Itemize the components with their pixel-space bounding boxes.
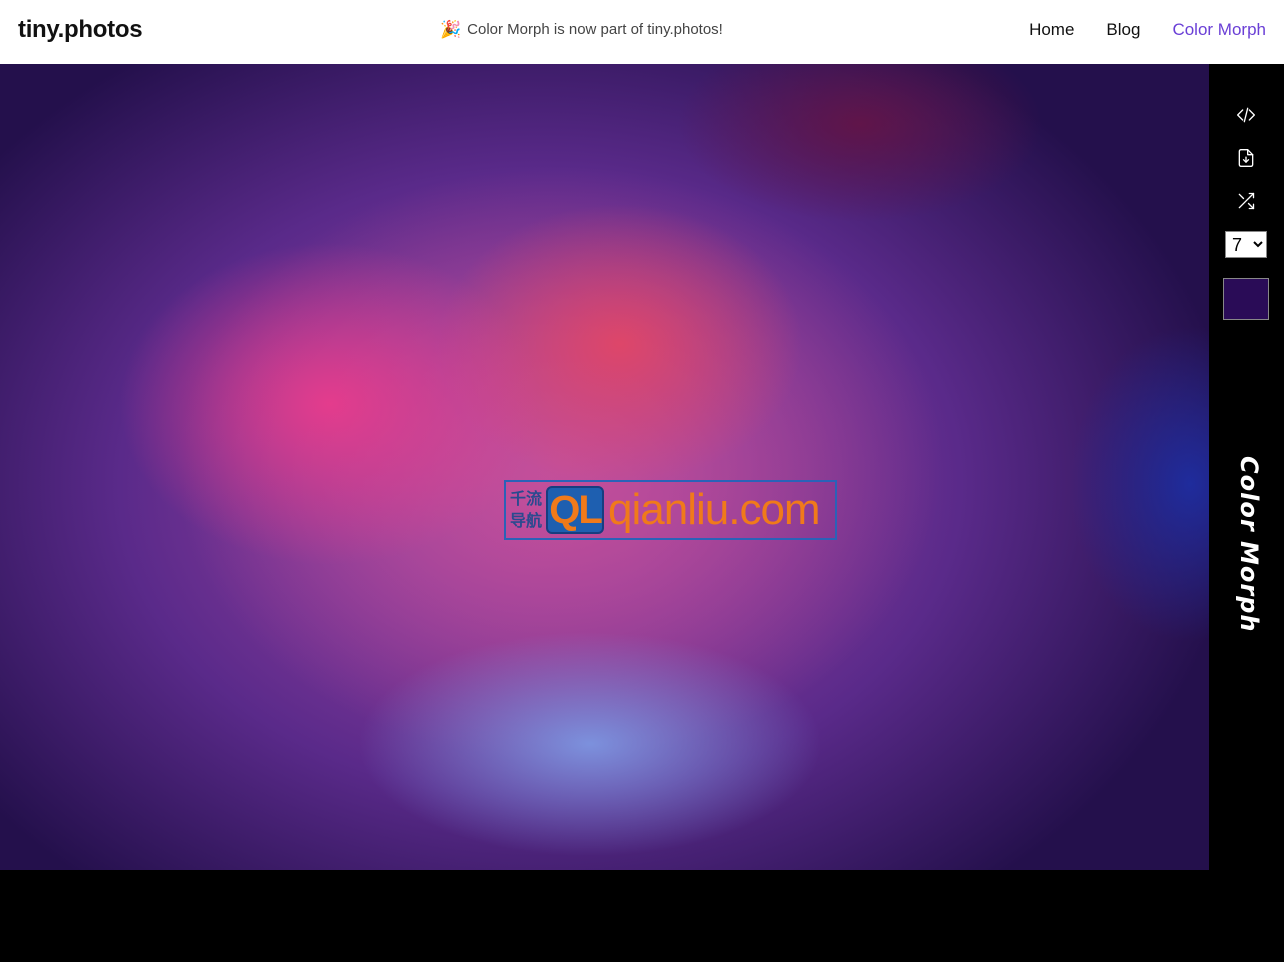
code-icon[interactable] xyxy=(1233,102,1259,128)
color-morph-vertical-title: Color Morph xyxy=(1235,456,1263,633)
shuffle-icon[interactable] xyxy=(1233,188,1259,214)
file-download-icon[interactable] xyxy=(1233,145,1259,171)
gradient-canvas[interactable]: 千流 导航 QL qianliu.com xyxy=(0,64,1209,870)
watermark-cn-line2: 导航 xyxy=(510,511,543,530)
watermark-chinese-text: 千流 导航 xyxy=(510,488,542,532)
color-count-select[interactable]: 7 xyxy=(1225,231,1267,258)
nav-color-morph-link[interactable]: Color Morph xyxy=(1172,20,1266,40)
watermark-overlay: 千流 导航 QL qianliu.com xyxy=(504,480,837,540)
watermark-domain: qianliu.com xyxy=(608,485,821,534)
main-nav: Home Blog Color Morph xyxy=(1029,20,1266,40)
nav-blog-link[interactable]: Blog xyxy=(1106,20,1140,40)
bottom-area xyxy=(0,870,1284,962)
color-swatch[interactable] xyxy=(1223,278,1269,320)
site-logo[interactable]: tiny.photos xyxy=(18,16,143,44)
announcement-banner: 🎉 Color Morph is now part of tiny.photos… xyxy=(440,21,723,38)
watermark-cn-line1: 千流 xyxy=(510,489,543,508)
tool-sidebar: 7 Color Morph xyxy=(1209,64,1284,870)
nav-home-link[interactable]: Home xyxy=(1029,20,1074,40)
watermark-badge: QL xyxy=(546,486,605,534)
party-popper-icon: 🎉 xyxy=(440,20,462,39)
top-navbar: tiny.photos 🎉 Color Morph is now part of… xyxy=(0,0,1284,64)
announcement-text: Color Morph is now part of tiny.photos! xyxy=(467,21,723,38)
